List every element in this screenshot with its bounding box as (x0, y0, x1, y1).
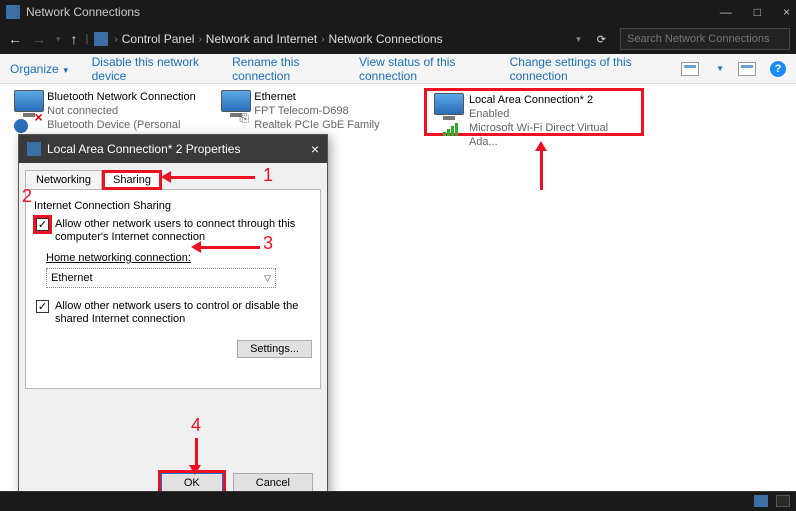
connection-name: Ethernet (254, 90, 414, 104)
home-networking-value: Ethernet (51, 272, 93, 284)
breadcrumb-item[interactable]: Network Connections (329, 32, 443, 46)
window-titlebar: Network Connections — □ × (0, 0, 796, 24)
chevron-down-icon: ▽ (264, 273, 271, 284)
connection-name: Bluetooth Network Connection (47, 90, 206, 104)
dialog-close-button[interactable]: × (311, 141, 319, 157)
dialog-titlebar: Local Area Connection* 2 Properties × (19, 135, 327, 163)
allow-control-label: Allow other network users to control or … (55, 300, 312, 326)
sharing-tab-panel: Internet Connection Sharing ✓ Allow othe… (25, 189, 321, 389)
tab-sharing[interactable]: Sharing (102, 170, 162, 190)
rename-connection-button[interactable]: Rename this connection (232, 55, 337, 83)
connection-status: Not connected (47, 104, 206, 118)
help-icon[interactable]: ? (770, 61, 786, 77)
breadcrumb-item[interactable]: Network and Internet (206, 32, 317, 46)
connection-item-bluetooth[interactable]: × Bluetooth Network Connection Not conne… (8, 88, 208, 136)
connection-item-lac2[interactable]: Local Area Connection* 2 Enabled Microso… (424, 88, 644, 136)
settings-button[interactable]: Settings... (237, 340, 312, 358)
group-title: Internet Connection Sharing (34, 200, 312, 212)
wifi-signal-icon (443, 122, 458, 136)
allow-connect-label: Allow other network users to connect thr… (55, 218, 312, 244)
statusbar-icon (776, 495, 790, 507)
connection-status: FPT Telecom-D698 (254, 104, 414, 118)
forward-button[interactable]: → (30, 31, 48, 47)
up-button[interactable]: ↑ (69, 31, 80, 47)
refresh-button[interactable]: ⟳ (597, 33, 606, 46)
properties-dialog: Local Area Connection* 2 Properties × Ne… (18, 134, 328, 504)
tab-networking[interactable]: Networking (25, 170, 102, 190)
monitor-icon (221, 90, 251, 112)
view-status-button[interactable]: View status of this connection (359, 55, 488, 83)
dialog-title: Local Area Connection* 2 Properties (47, 142, 240, 156)
address-bar: ← → ▾ ↑ | › Control Panel › Network and … (0, 24, 796, 54)
annotation-number-2: 2 (22, 186, 32, 207)
monitor-icon (434, 93, 464, 115)
annotation-arrow-3 (195, 246, 260, 249)
connection-item-ethernet[interactable]: ⎘ Ethernet FPT Telecom-D698 Realtek PCIe… (216, 88, 416, 136)
annotation-number-3: 3 (263, 233, 273, 254)
view-options-icon[interactable] (681, 62, 699, 76)
annotation-number-4: 4 (191, 415, 201, 436)
search-input[interactable] (620, 28, 790, 50)
statusbar-icon (754, 495, 768, 507)
window-title: Network Connections (26, 5, 140, 19)
status-bar (0, 491, 796, 511)
disable-device-button[interactable]: Disable this network device (92, 55, 210, 83)
minimize-button[interactable]: — (720, 5, 732, 19)
back-button[interactable]: ← (6, 31, 24, 47)
annotation-arrow-4-head (189, 465, 201, 481)
connection-device: Microsoft Wi-Fi Direct Virtual Ada... (469, 121, 639, 149)
folder-icon (94, 32, 108, 46)
cancel-button[interactable]: Cancel (233, 473, 313, 493)
annotation-arrow-4 (195, 438, 198, 468)
disconnected-icon: × (34, 109, 42, 125)
home-networking-combobox[interactable]: Ethernet ▽ (46, 268, 276, 288)
allow-connect-checkbox[interactable]: ✓ (36, 218, 49, 231)
command-toolbar: Organize▼ Disable this network device Re… (0, 54, 796, 84)
annotation-arrow-1 (165, 176, 255, 179)
connection-status: Enabled (469, 107, 639, 121)
annotation-number-1: 1 (263, 165, 273, 186)
cable-icon: ⎘ (239, 111, 249, 126)
dialog-icon (27, 142, 41, 156)
connections-list: × Bluetooth Network Connection Not conne… (0, 84, 796, 140)
bluetooth-icon (14, 119, 28, 133)
annotation-arrow-up (540, 145, 543, 190)
preview-pane-icon[interactable] (738, 62, 756, 76)
organize-menu[interactable]: Organize▼ (10, 62, 70, 76)
close-button[interactable]: × (783, 5, 790, 19)
maximize-button[interactable]: □ (754, 5, 761, 19)
allow-control-checkbox[interactable]: ✓ (36, 300, 49, 313)
app-icon (6, 5, 20, 19)
change-settings-button[interactable]: Change settings of this connection (510, 55, 659, 83)
breadcrumb-item[interactable]: Control Panel (122, 32, 195, 46)
breadcrumb[interactable]: › Control Panel › Network and Internet ›… (114, 32, 568, 46)
connection-name: Local Area Connection* 2 (469, 93, 639, 107)
